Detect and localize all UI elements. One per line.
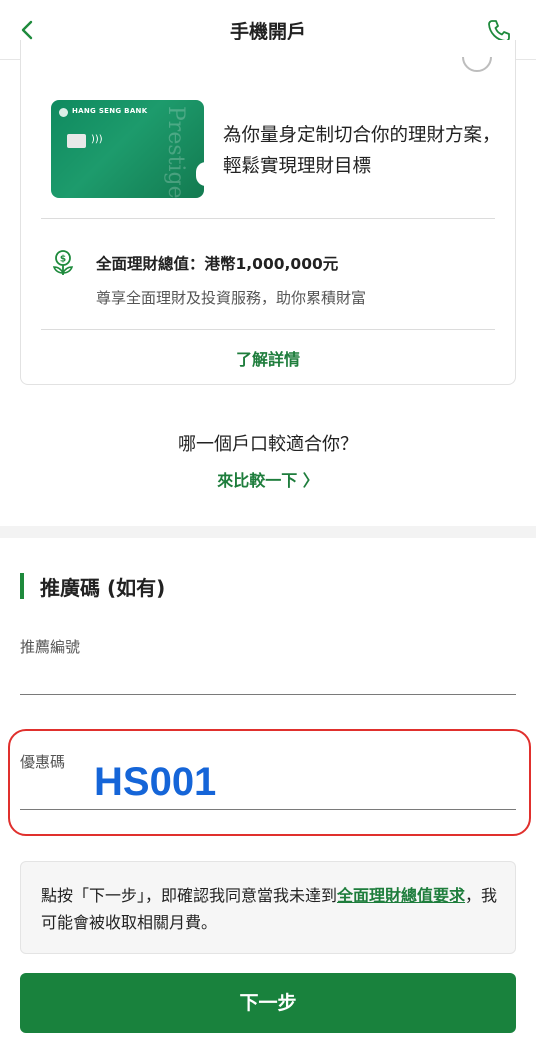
divider: [41, 329, 495, 330]
section-accent-bar: [20, 573, 24, 599]
card-chip-icon: [67, 134, 86, 148]
notice-requirement-link[interactable]: 全面理財總值要求: [337, 886, 465, 905]
section-title: 推廣碼 (如有): [40, 576, 166, 600]
card-bank-name: HANG SENG BANK: [72, 107, 148, 115]
card-brand-watermark: Prestige: [163, 106, 188, 198]
contactless-icon: ))): [91, 134, 103, 145]
promo-highlight-ring: [8, 729, 531, 836]
notice-text-before: 點按「下一步」，即確認我同意當我未達到: [41, 886, 338, 905]
bank-card-image: HANG SENG BANK ))) Prestige: [51, 100, 204, 198]
compare-link[interactable]: 來比較一下 〉: [0, 467, 536, 491]
referral-number-underline: [20, 694, 516, 695]
next-step-button[interactable]: 下一步: [20, 973, 516, 1033]
referral-number-label: 推薦編號: [20, 638, 81, 656]
bank-logo-icon: [59, 108, 68, 117]
referral-number-input[interactable]: [20, 660, 516, 694]
fee-notice-box: 點按「下一步」，即確認我同意當我未達到全面理財總值要求，我可能會被收取相關月費。: [20, 861, 516, 954]
compare-question: 哪一個戶口較適合你？: [178, 434, 358, 455]
feature-title: 全面理財總值：港幣1,000,000元: [96, 255, 339, 273]
svg-text:$: $: [60, 255, 66, 265]
account-card-panel: [20, 40, 516, 385]
account-description: 為你量身定制切合你的理財方案，輕鬆實現理財目標: [223, 125, 501, 177]
card-notch: [196, 162, 204, 186]
fee-notice-text: 點按「下一步」，即確認我同意當我未達到全面理財總值要求，我可能會被收取相關月費。: [41, 882, 501, 936]
section-separator: [0, 526, 536, 538]
feature-subtitle: 尊享全面理財及投資服務，助你累積財富: [96, 289, 367, 307]
learn-more-link[interactable]: 了解詳情: [0, 346, 536, 370]
divider: [41, 218, 495, 219]
money-plant-icon: $: [52, 250, 74, 275]
